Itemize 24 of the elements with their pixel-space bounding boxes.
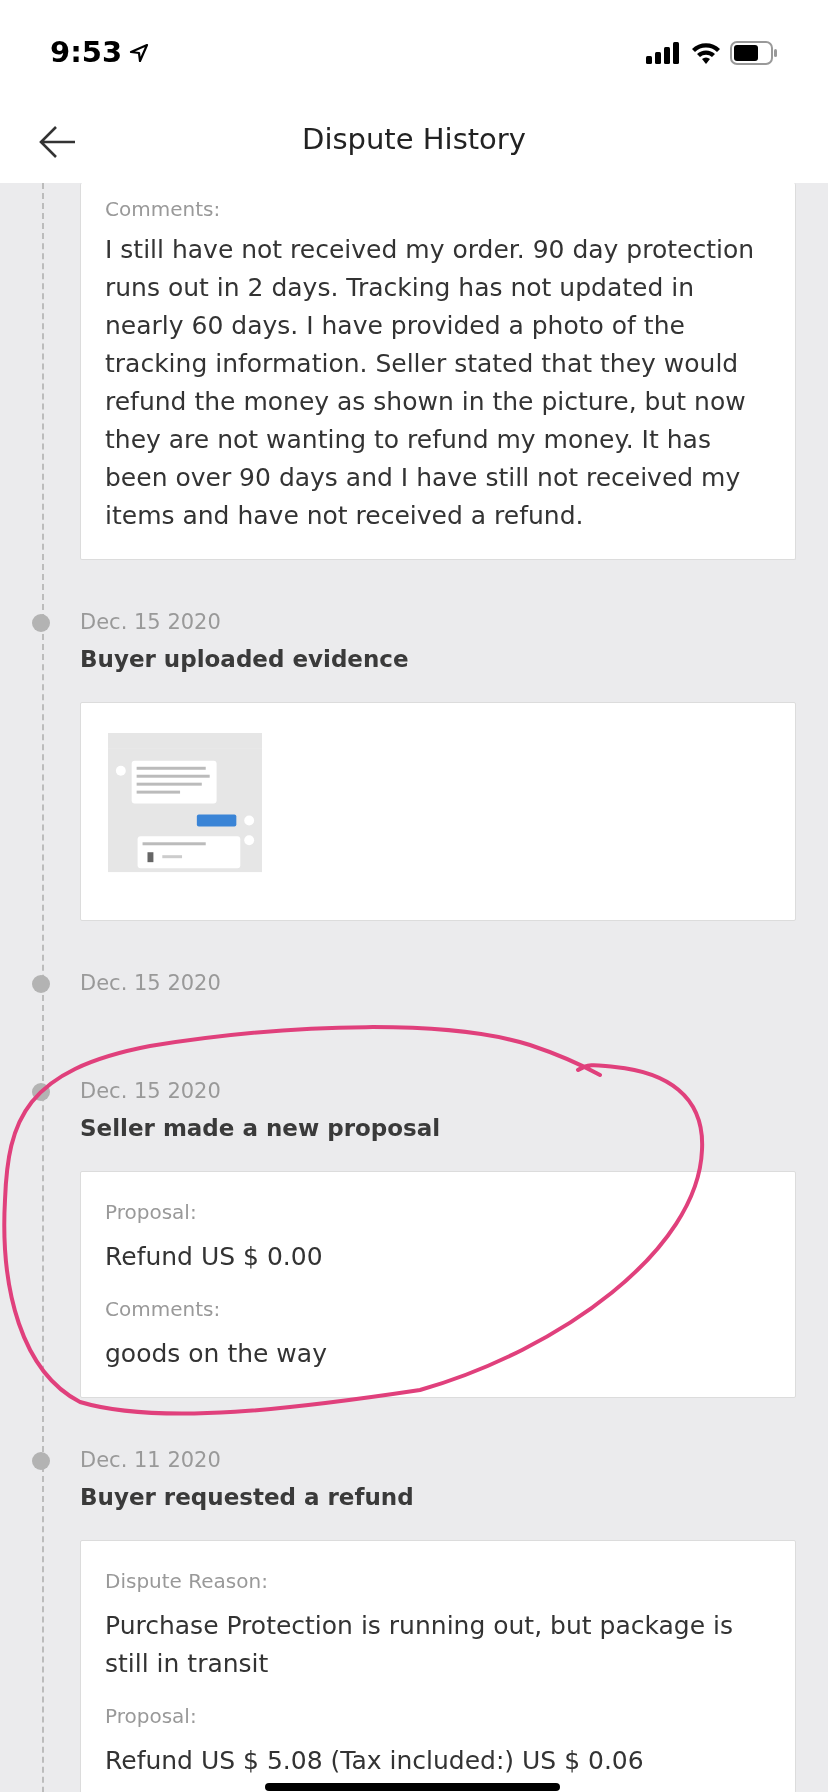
signal-icon xyxy=(646,42,682,64)
field-label: Dispute Reason: xyxy=(105,1568,269,1595)
field-value: Refund US $ 0.00 xyxy=(105,1241,324,1273)
location-arrow-icon xyxy=(128,42,151,64)
field-label: Proposal: xyxy=(105,1199,198,1226)
wifi-icon xyxy=(690,41,722,65)
field-label: Proposal: xyxy=(105,1703,198,1730)
event-date: Dec. 11 2020 xyxy=(80,1447,221,1475)
field-value: goods on the way xyxy=(105,1338,328,1370)
field-label: Comments: xyxy=(105,1296,222,1323)
event-date: Dec. 15 2020 xyxy=(80,970,221,998)
field-label: Comments: xyxy=(105,196,222,223)
field-value: I still have not received my order. 90 day protection runs out in 2 days. Tracking has not updated in nearly 60 days. I have provided a photo of the tracking information. Seller stated that they would refund the money as shown in the picture, but now they are not wanting to refund my money. It has been over 90 days and I have still not received my items and have not received a refund. xyxy=(105,234,756,532)
back-arrow-icon xyxy=(39,125,77,159)
event-date: Dec. 15 2020 xyxy=(80,1078,221,1106)
field-value: Purchase Protection is running out, but package is still in transit xyxy=(105,1610,734,1680)
event-title: Seller made a new proposal xyxy=(80,1114,442,1143)
battery-icon xyxy=(730,41,778,65)
clock-time: 9:53 xyxy=(50,34,123,72)
event-title: Buyer uploaded evidence xyxy=(80,645,410,674)
event-title: Buyer requested a refund xyxy=(80,1483,415,1512)
page-title: Dispute History xyxy=(302,120,526,158)
event-date: Dec. 15 2020 xyxy=(80,609,221,637)
field-value: Refund US $ 5.08 (Tax included:) US $ 0.06 xyxy=(105,1745,645,1777)
